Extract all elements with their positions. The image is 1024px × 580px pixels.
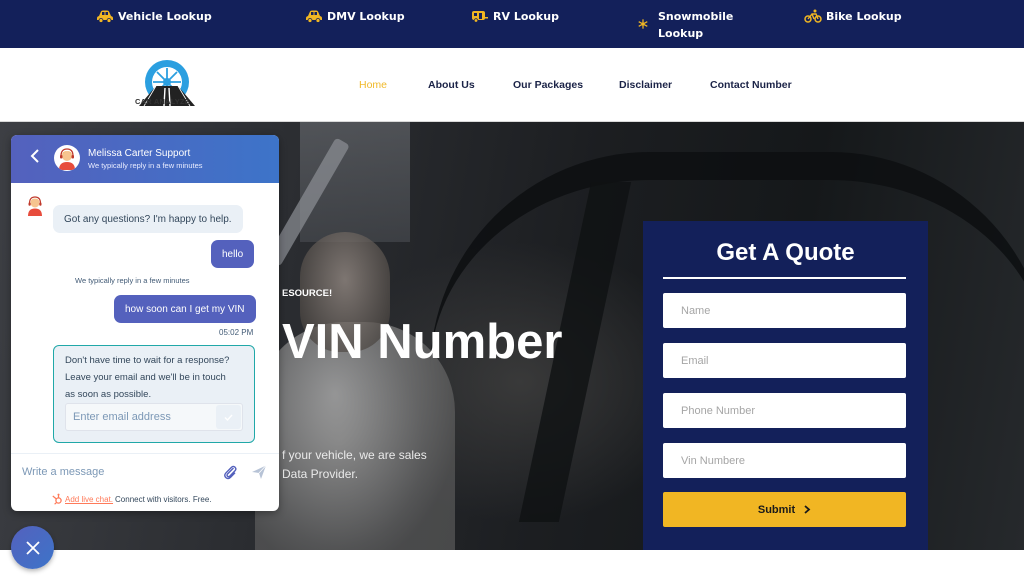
top-lookup-bar: Vehicle Lookup DMV Lookup RV Lookup Snow… [0,0,1024,48]
powered-by-hubspot: Add live chat. Connect with visitors. Fr… [51,493,212,505]
check-icon [224,414,233,421]
paperclip-icon[interactable] [222,464,238,480]
chat-message-bot: Got any questions? I'm happy to help. [53,205,243,233]
submit-label: Submit [757,503,796,516]
nav-our-packages[interactable]: Our Packages [513,79,583,91]
topbar-link-dmv-lookup[interactable]: DMV Lookup [305,8,405,25]
chat-composer-divider [11,453,279,454]
topbar-label: DMV Lookup [327,10,405,23]
quote-title-divider [663,277,906,279]
nav-about-us[interactable]: About Us [428,79,475,91]
add-live-chat-link[interactable]: Add live chat. [65,495,113,504]
chevron-left-icon [30,149,39,163]
chat-message-user: hello [211,240,255,268]
topbar-link-snowmobile-lookup[interactable]: Snowmobile Lookup [636,8,733,42]
phone-number-field[interactable] [663,393,906,428]
topbar-label: Bike Lookup [826,10,902,23]
chevron-right-icon [804,505,811,514]
hubspot-icon [52,493,62,505]
topbar-label: RV Lookup [493,10,559,23]
chat-message-user: how soon can I get my VIN [114,295,256,323]
agent-name: Melissa Carter Support [88,148,191,159]
support-agent-icon [59,148,75,170]
car-icon [306,10,322,23]
topbar-link-bike-lookup[interactable]: Bike Lookup [804,8,902,25]
nav-contact-number[interactable]: Contact Number [710,79,792,91]
snowflake-icon [638,19,648,29]
quote-title: Get A Quote [716,239,855,266]
chat-back-button[interactable] [29,147,45,169]
close-icon [25,540,40,555]
support-agent-icon [28,196,42,216]
agent-status: We typically reply in a few minutes [88,161,203,170]
vin-number-field[interactable] [663,443,906,478]
email-field[interactable] [663,343,906,378]
logo-text: CAR ANALYZE [135,97,190,106]
chat-reply-time-note: We typically reply in a few minutes [75,276,190,285]
send-icon[interactable] [251,464,267,480]
name-field[interactable] [663,293,906,328]
powered-tagline: Connect with visitors. Free. [115,494,212,504]
topbar-link-rv-lookup[interactable]: RV Lookup [471,8,559,25]
submit-button[interactable]: Submit [663,492,906,527]
car-icon [97,10,113,23]
message-timestamp: 05:02 PM [219,328,254,337]
hero-eyebrow: ESOURCE! [282,288,333,299]
topbar-link-vehicle-lookup[interactable]: Vehicle Lookup [96,8,212,25]
get-a-quote-form: Get A Quote Submit [643,221,928,550]
email-capture-card: Don't have time to wait for a response? … [53,345,255,443]
email-capture-prompt: Don't have time to wait for a response? … [65,355,230,400]
chat-message-input[interactable] [11,459,211,485]
chat-header: Melissa Carter Support We typically repl… [11,135,279,183]
bicycle-icon [804,9,822,23]
topbar-label: Vehicle Lookup [118,10,212,23]
nav-disclaimer[interactable]: Disclaimer [619,79,672,91]
rv-icon [472,11,488,23]
site-header [0,48,1024,122]
hero-title: VIN Number [282,315,563,369]
email-submit-button[interactable] [216,405,241,429]
chat-close-button[interactable] [11,526,54,569]
nav-home[interactable]: Home [359,79,387,91]
agent-avatar [54,145,80,171]
topbar-label: Snowmobile Lookup [658,10,734,40]
hero-description: f your vehicle, we are sales Data Provid… [282,448,427,481]
live-chat-widget: Melissa Carter Support We typically repl… [11,135,279,511]
